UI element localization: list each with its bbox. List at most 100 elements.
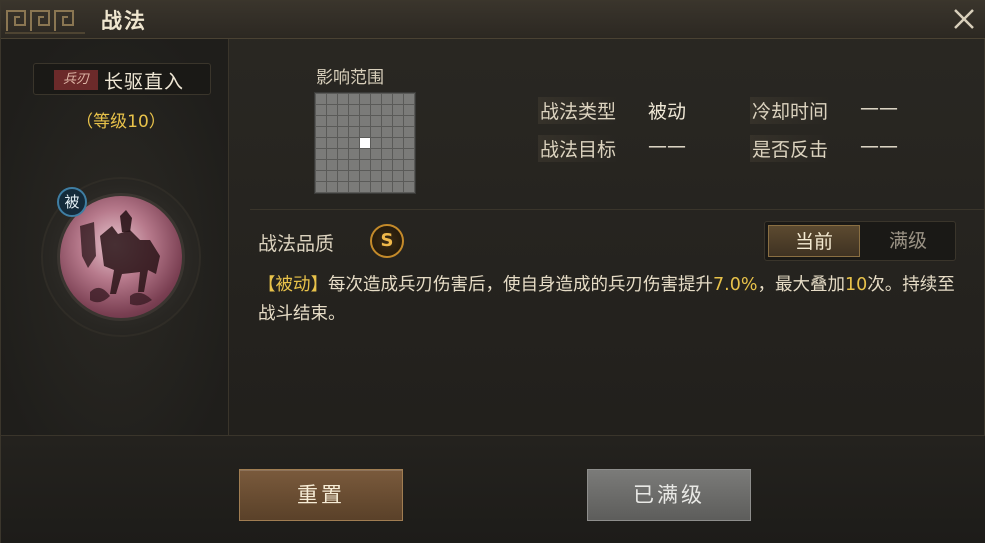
range-grid-cell (404, 94, 414, 104)
skill-type-label: 战法类型 (538, 97, 619, 124)
range-grid-cell (382, 182, 392, 192)
range-grid-cell (349, 105, 359, 115)
skill-summary-panel: 兵刃 长驱直入 （等级10） 被 (1, 39, 229, 435)
action-bar: 重置 已满级 (1, 435, 985, 543)
maxed-button[interactable]: 已满级 (587, 469, 751, 521)
weapon-type-tag: 兵刃 (54, 70, 98, 90)
range-grid-cell (393, 160, 403, 170)
title-bar: 战法 (1, 1, 985, 39)
level-toggle: 当前 满级 (764, 221, 956, 261)
range-grid-cell (327, 138, 337, 148)
range-grid-cell (382, 116, 392, 126)
range-grid-cell (404, 138, 414, 148)
range-grid-cell (404, 127, 414, 137)
range-grid-cell (327, 182, 337, 192)
range-grid-cell (404, 149, 414, 159)
range-label: 影响范围 (316, 68, 384, 88)
range-grid-cell (382, 171, 392, 181)
passive-badge: 被 (57, 187, 87, 217)
range-grid-cell (360, 127, 370, 137)
range-grid-cell (371, 149, 381, 159)
description-text-1: 每次造成兵刃伤害后，使自身造成的兵刃伤害提升 (328, 275, 713, 295)
reset-button[interactable]: 重置 (239, 469, 403, 521)
range-grid-cell (382, 127, 392, 137)
range-grid (314, 92, 416, 194)
toggle-max-level[interactable]: 满级 (862, 225, 954, 257)
range-grid-cell (360, 116, 370, 126)
range-grid-cell (382, 94, 392, 104)
range-grid-cell (404, 171, 414, 181)
range-grid-cell (371, 127, 381, 137)
range-grid-cell (382, 160, 392, 170)
description-tag: 【被动】 (258, 275, 328, 295)
range-grid-cell (316, 105, 326, 115)
range-grid-cell (371, 105, 381, 115)
range-grid-cell (393, 171, 403, 181)
range-grid-cell (349, 160, 359, 170)
range-grid-cell (338, 171, 348, 181)
range-grid-cell (393, 116, 403, 126)
range-grid-cell (327, 127, 337, 137)
range-grid-cell (349, 127, 359, 137)
range-grid-cell (393, 138, 403, 148)
range-grid-cell (338, 182, 348, 192)
range-grid-cell (360, 160, 370, 170)
range-grid-cell (316, 171, 326, 181)
range-grid-cell (349, 116, 359, 126)
toggle-current-level[interactable]: 当前 (768, 225, 860, 257)
range-grid-cell (360, 182, 370, 192)
range-grid-cell (371, 160, 381, 170)
description-text-2: ，最大叠加 (757, 275, 845, 295)
range-grid-cell (327, 171, 337, 181)
range-grid-cell (316, 116, 326, 126)
range-grid-cell (404, 160, 414, 170)
quality-grade-badge: S (370, 224, 404, 258)
range-grid-cell (327, 160, 337, 170)
range-grid-cell (382, 105, 392, 115)
range-grid-cell (371, 116, 381, 126)
range-grid-cell (349, 171, 359, 181)
range-grid-cell (393, 105, 403, 115)
range-grid-cell (338, 116, 348, 126)
range-grid-cell (382, 138, 392, 148)
skill-detail-panel: 影响范围 战法类型 被动 冷却时间 —— 战法目标 —— 是否反击 —— 战法品… (230, 39, 984, 435)
skill-name: 长驱直入 (104, 71, 185, 93)
quality-label: 战法品质 (258, 233, 335, 255)
range-grid-cell (349, 182, 359, 192)
range-grid-cell (316, 127, 326, 137)
range-grid-cell (338, 105, 348, 115)
range-grid-cell (316, 94, 326, 104)
range-grid-cell (316, 138, 326, 148)
skill-type-value: 被动 (648, 101, 687, 123)
range-grid-cell (404, 116, 414, 126)
range-grid-cell (393, 94, 403, 104)
range-grid-cell (338, 138, 348, 148)
counterattack-label: 是否反击 (750, 135, 831, 162)
skill-target-value: —— (648, 135, 686, 157)
close-button[interactable] (950, 5, 978, 33)
skill-portrait: 被 (41, 177, 201, 337)
range-grid-cell (382, 149, 392, 159)
close-icon (954, 9, 974, 29)
range-grid-cell (393, 182, 403, 192)
range-grid-cell (327, 116, 337, 126)
window-title: 战法 (101, 9, 147, 33)
range-grid-cell (327, 149, 337, 159)
range-grid-cell (349, 138, 359, 148)
range-grid-center-cell (360, 138, 370, 148)
description-stack-count: 10 (844, 275, 868, 295)
counterattack-value: —— (860, 135, 898, 157)
range-grid-cell (316, 182, 326, 192)
range-grid-cell (316, 160, 326, 170)
skill-description: 【被动】每次造成兵刃伤害后，使自身造成的兵刃伤害提升7.0%，最大叠加10次。持… (258, 271, 958, 329)
skill-level: （等级10） (76, 112, 166, 132)
range-grid-cell (338, 149, 348, 159)
range-grid-cell (349, 94, 359, 104)
range-grid-cell (360, 105, 370, 115)
range-grid-cell (338, 127, 348, 137)
skill-window: 战法 兵刃 长驱直入 （等级10） 被 影响范围 战法类型 被动 冷却时间 ——… (0, 0, 985, 543)
range-grid-cell (327, 105, 337, 115)
skill-name-row: 兵刃 长驱直入 (33, 63, 211, 95)
title-ornament-icon (5, 10, 85, 34)
range-grid-cell (360, 171, 370, 181)
